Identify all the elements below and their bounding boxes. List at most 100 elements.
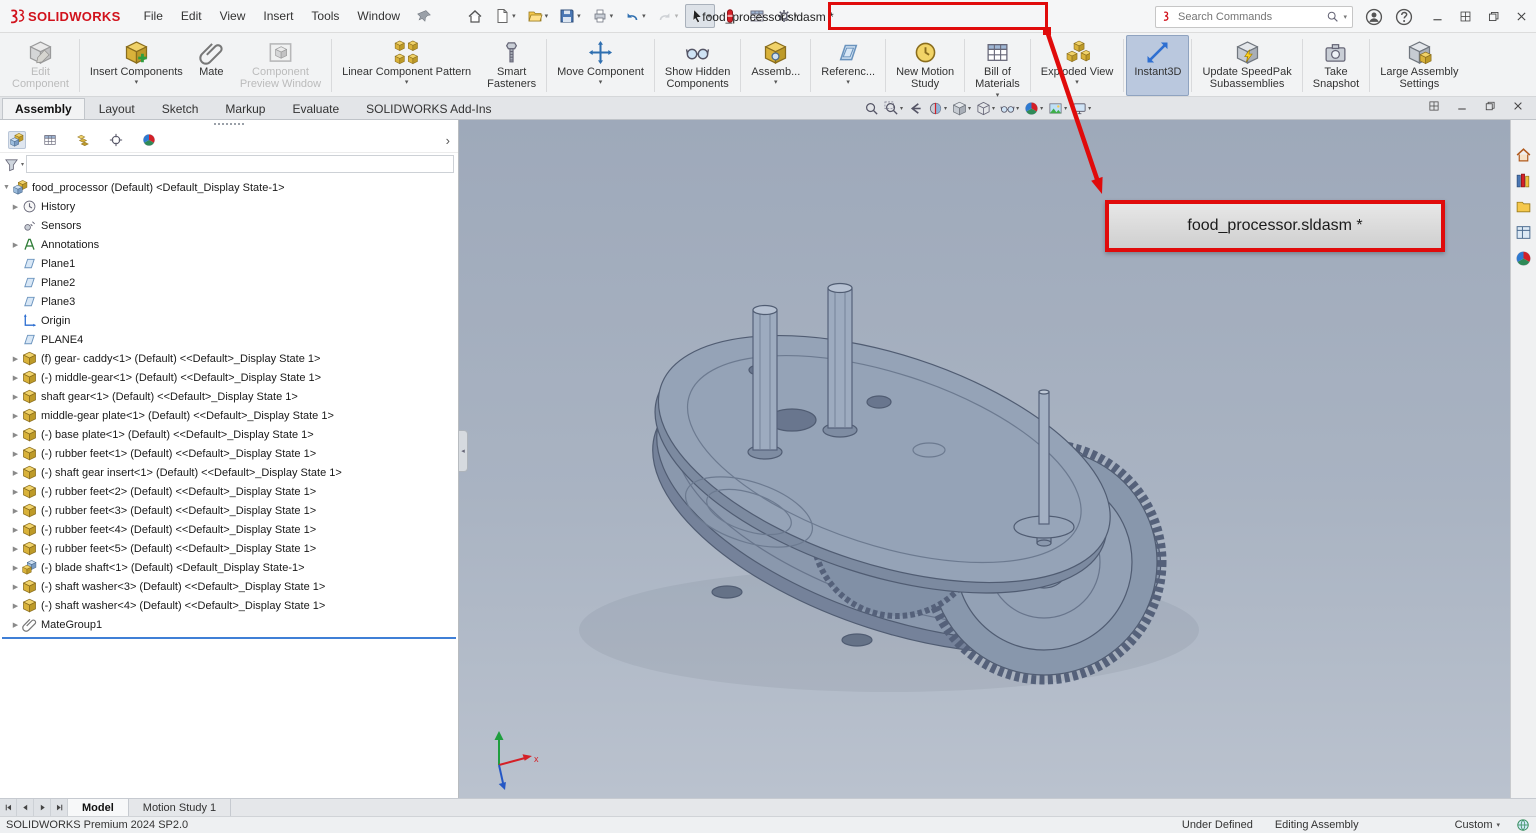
tree-item[interactable]: Origin	[0, 311, 458, 330]
expand-arrow[interactable]: ▼	[1, 184, 12, 191]
dropdown-caret[interactable]: ▾	[1016, 105, 1019, 112]
tree-item[interactable]: ▶shaft gear<1> (Default) <<Default>_Disp…	[0, 387, 458, 406]
expand-arrow[interactable]: ▶	[10, 469, 21, 477]
new-document-button[interactable]: ▾	[490, 4, 520, 28]
account-icon[interactable]	[1365, 8, 1383, 26]
dropdown-caret[interactable]: ▾	[944, 105, 947, 112]
show-hidden-components-button[interactable]: Show HiddenComponents	[657, 35, 738, 96]
expand-arrow[interactable]: ▶	[10, 450, 21, 458]
rail-explorer-icon[interactable]	[1515, 198, 1532, 215]
expand-arrow[interactable]: ▶	[10, 203, 21, 211]
display-style-button[interactable]: ▾	[974, 99, 997, 118]
expand-arrow[interactable]: ▶	[10, 564, 21, 572]
zoom-area-button[interactable]: ▾	[882, 99, 905, 118]
search-input[interactable]	[1178, 11, 1322, 23]
expand-arrow[interactable]: ▶	[10, 526, 21, 534]
dropdown-caret[interactable]: ▾	[1088, 105, 1091, 112]
expand-arrow[interactable]: ▶	[10, 393, 21, 401]
search-icon[interactable]	[1326, 10, 1339, 23]
expand-arrow[interactable]: ▶	[10, 621, 21, 629]
tree-item[interactable]: ▶(-) shaft gear insert<1> (Default) <<De…	[0, 463, 458, 482]
tree-item[interactable]: ▶middle-gear plate<1> (Default) <<Defaul…	[0, 406, 458, 425]
mate-button[interactable]: Mate	[191, 35, 232, 96]
exploded-view-button[interactable]: Exploded View▾	[1033, 35, 1122, 96]
displaymanager-tab-icon[interactable]	[140, 131, 158, 149]
expand-arrow[interactable]: ▶	[10, 583, 21, 591]
expand-arrow[interactable]: ▶	[10, 488, 21, 496]
assembly-features-button[interactable]: Assemb...▾	[743, 35, 808, 96]
tab-motion-study-1[interactable]: Motion Study 1	[129, 799, 231, 816]
tree-item[interactable]: ▶(-) shaft washer<3> (Default) <<Default…	[0, 577, 458, 596]
edit-appearance-button[interactable]: ▾	[1022, 99, 1045, 118]
tree-item[interactable]: Plane1	[0, 254, 458, 273]
expand-arrow[interactable]: ▶	[10, 545, 21, 553]
tab-assembly[interactable]: Assembly	[2, 98, 85, 119]
tile-icon[interactable]	[1459, 10, 1472, 23]
tree-item[interactable]: ▶(-) rubber feet<3> (Default) <<Default>…	[0, 501, 458, 520]
dropdown-caret[interactable]: ▾	[900, 105, 903, 112]
tab-markup[interactable]: Markup	[212, 98, 278, 119]
help-icon[interactable]	[1395, 8, 1413, 26]
section-view-button[interactable]: ▾	[926, 99, 949, 118]
filter-input[interactable]	[26, 155, 454, 173]
insert-components-button[interactable]: Insert Components▾	[82, 35, 191, 96]
tree-item[interactable]: ▼food_processor (Default) <Default_Displ…	[0, 178, 458, 197]
tree-item[interactable]: PLANE4	[0, 330, 458, 349]
dropdown-caret[interactable]: ▾	[1075, 79, 1079, 87]
panel-collapse-handle[interactable]: ◂	[459, 430, 468, 472]
reference-geometry-button[interactable]: Referenc...▾	[813, 35, 883, 96]
tab-layout[interactable]: Layout	[86, 98, 148, 119]
panel-expand-chevron[interactable]: ›	[446, 134, 450, 147]
doc-tile-icon[interactable]	[1428, 100, 1440, 112]
doc-close-icon[interactable]	[1512, 100, 1524, 112]
component-preview-window-button[interactable]: ComponentPreview Window	[232, 35, 329, 96]
dropdown-caret[interactable]: ▾	[545, 12, 549, 20]
tree-item[interactable]: Plane2	[0, 273, 458, 292]
rail-library-icon[interactable]	[1515, 172, 1532, 189]
bill-of-materials-button[interactable]: Bill ofMaterials▾	[967, 35, 1028, 96]
tree-item[interactable]: ▶Annotations	[0, 235, 458, 254]
tree-item[interactable]: ▶(-) shaft washer<4> (Default) <<Default…	[0, 596, 458, 615]
smart-fasteners-button[interactable]: SmartFasteners	[479, 35, 544, 96]
hide-items-button[interactable]: ▾	[998, 99, 1021, 118]
tree-item[interactable]: ▶(-) rubber feet<4> (Default) <<Default>…	[0, 520, 458, 539]
dropdown-caret[interactable]: ▾	[577, 12, 581, 20]
take-snapshot-button[interactable]: TakeSnapshot	[1305, 35, 1367, 96]
expand-arrow[interactable]: ▶	[10, 241, 21, 249]
dropdown-caret[interactable]: ▾	[405, 79, 409, 87]
dropdown-caret[interactable]: ▾	[512, 12, 516, 20]
dropdown-caret[interactable]: ▾	[642, 12, 646, 20]
rail-appearance-icon[interactable]	[1515, 250, 1532, 267]
menu-insert[interactable]: Insert	[254, 5, 302, 27]
home-button[interactable]	[463, 4, 487, 28]
tree-item[interactable]: ▶(f) gear- caddy<1> (Default) <<Default>…	[0, 349, 458, 368]
menu-window[interactable]: Window	[348, 5, 409, 27]
dropdown-caret[interactable]: ▾	[846, 79, 850, 87]
apply-scene-button[interactable]: ▾	[1046, 99, 1069, 118]
minimize-icon[interactable]	[1431, 10, 1444, 23]
dropdown-caret[interactable]: ▾	[135, 79, 139, 87]
dimxpert-tab-icon[interactable]	[107, 131, 125, 149]
menu-tools[interactable]: Tools	[302, 5, 348, 27]
filter-caret[interactable]: ▾	[21, 161, 24, 168]
dropdown-caret[interactable]: ▾	[675, 12, 679, 20]
tree-item[interactable]: Plane3	[0, 292, 458, 311]
doc-minimize-icon[interactable]	[1456, 100, 1468, 112]
tab-sketch[interactable]: Sketch	[149, 98, 212, 119]
search-dropdown-caret[interactable]: ▾	[1343, 13, 1347, 21]
edit-component-button[interactable]: EditComponent	[4, 35, 77, 96]
menu-edit[interactable]: Edit	[172, 5, 211, 27]
expand-arrow[interactable]: ▶	[10, 602, 21, 610]
print-button[interactable]: ▾	[588, 4, 618, 28]
expand-arrow[interactable]: ▶	[10, 374, 21, 382]
status-units[interactable]: Custom	[1455, 819, 1493, 831]
restore-icon[interactable]	[1487, 10, 1500, 23]
tab-solidworks-add-ins[interactable]: SOLIDWORKS Add-Ins	[353, 98, 504, 119]
instant3d-button[interactable]: Instant3D	[1126, 35, 1189, 96]
tree-item[interactable]: ▶(-) base plate<1> (Default) <<Default>_…	[0, 425, 458, 444]
expand-arrow[interactable]: ▶	[10, 431, 21, 439]
large-assembly-settings-button[interactable]: Large AssemblySettings	[1372, 35, 1466, 96]
new-motion-study-button[interactable]: New MotionStudy	[888, 35, 962, 96]
dropdown-caret[interactable]: ▾	[610, 12, 614, 20]
close-icon[interactable]	[1515, 10, 1528, 23]
